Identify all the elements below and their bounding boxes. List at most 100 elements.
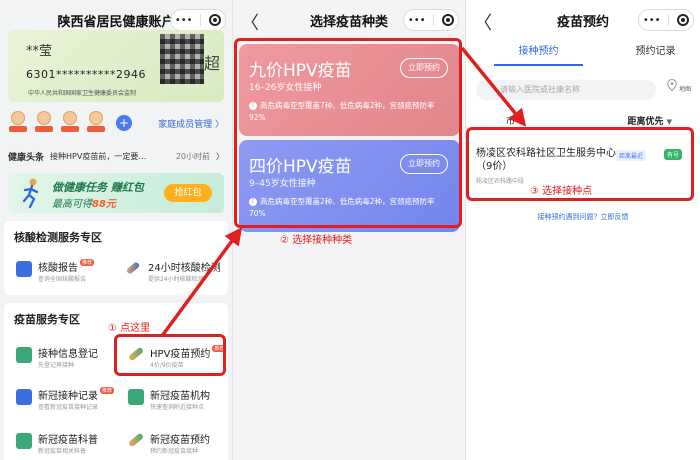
back-icon[interactable]: 〈 (241, 9, 259, 35)
task-banner[interactable]: 做健康任务 赚红包 最高可得88元 抢红包 (8, 173, 224, 213)
headline-time: 20小时前 (175, 151, 210, 161)
banner-title: 做健康任务 赚红包 (52, 181, 144, 194)
vaccine-desc: ! 高危病毒亚型覆盖2种、低危病毒2种，宫颈癌预防率70% (249, 196, 448, 220)
page-title: 疫苗预约 (556, 14, 609, 30)
vaccination-registration-item[interactable]: 接种信息登记 先登记再接种 (16, 345, 116, 375)
recommend-badge: 推荐 (100, 387, 115, 394)
qr-code-icon[interactable] (160, 34, 204, 84)
vaccine-title: 九价HPV疫苗 (249, 61, 352, 81)
book-now-button[interactable]: 立即预约 (400, 58, 448, 78)
vaccine-desc: ! 高危病毒亚型覆盖7种、低危病毒2种，宫颈癌预防率92% (249, 100, 448, 124)
site-name: 杨凌区农科路社区卫生服务中心（9价） (476, 148, 616, 172)
mini-program-capsule[interactable]: ••• (638, 9, 694, 31)
headline-text: 接种HPV疫苗前，一定要… (50, 151, 147, 161)
member-avatar[interactable] (86, 111, 106, 135)
report-icon (16, 261, 32, 277)
avatar-tag (61, 126, 79, 132)
record-icon (16, 389, 32, 405)
close-target-icon[interactable] (677, 14, 690, 26)
map-button[interactable]: 地图 (664, 78, 694, 101)
member-avatar[interactable] (60, 111, 80, 135)
feedback-link[interactable]: 接种预约遇到问题？立即反馈 (466, 212, 700, 222)
vaccine-desc-text: 高危病毒亚型覆盖2种、低危病毒2种，宫颈癌预防率70% (249, 197, 435, 218)
banner-amount: 88元 (92, 199, 116, 210)
item-label-text: 新冠接种记录 (38, 391, 98, 402)
section-title: 疫苗服务专区 (14, 313, 80, 326)
item-label: 新冠疫苗科普 (38, 435, 98, 446)
card-issuer: 中华人民共和国国家卫生健康委员会监制 (28, 90, 137, 97)
health-account-screen: 陕西省居民健康账户 ••• **莹 6301**********2946 中华人… (0, 0, 232, 460)
location-pin-icon (667, 78, 677, 92)
family-management-link[interactable]: 家庭成员管理 〉 (158, 117, 224, 130)
registration-icon (16, 347, 32, 363)
syringe-icon (127, 346, 145, 362)
search-input[interactable]: 请输入医院或社康名称 (476, 80, 656, 100)
card-edge-char: 超 (203, 54, 220, 73)
member-avatar[interactable] (34, 111, 54, 135)
map-label: 地图 (678, 86, 691, 93)
back-icon[interactable]: 〈 (474, 9, 492, 35)
avatar-icon (63, 111, 77, 125)
nucleic-report-item[interactable]: 核酸报告 推荐 查询全国核酸报告 (16, 259, 116, 289)
avatar-tag (9, 126, 27, 132)
banner-subtitle: 最高可得88元 (52, 195, 116, 210)
item-sub: 新冠疫苗相关科普 (38, 448, 87, 455)
item-label: HPV疫苗预约 推荐 (150, 345, 227, 360)
institution-icon (128, 389, 144, 405)
item-sub: 查看新冠疫苗接种记录 (38, 404, 99, 411)
close-target-icon[interactable] (442, 14, 455, 26)
book-now-button[interactable]: 立即预约 (400, 154, 448, 174)
avatar-icon (11, 111, 25, 125)
sort-filter-label: 距离优先 (627, 117, 664, 127)
more-icon[interactable]: ••• (408, 15, 426, 26)
caret-down-icon: ▼ (666, 118, 672, 126)
page-title: 选择疫苗种类 (309, 14, 388, 30)
runner-icon (22, 178, 39, 209)
annotation-step2: ② 选择接种种类 (280, 235, 353, 246)
item-sub: 提供24小时核酸检测 (148, 276, 204, 283)
test-tube-icon (125, 261, 141, 275)
vaccine-appointment-screen: 〈 疫苗预约 ••• 接种预约 预约记录 请输入医院或社康名称 地图 市 ▼ 距… (465, 0, 700, 460)
covid-record-item[interactable]: 新冠接种记录 推荐 查看新冠疫苗接种记录 (16, 387, 116, 417)
section-title: 核酸检测服务专区 (14, 231, 102, 244)
health-headline[interactable]: 健康头条 接种HPV疫苗前，一定要… 20小时前 〉 (8, 147, 224, 165)
covid-science-item[interactable]: 新冠疫苗科普 新冠疫苗相关科普 (16, 431, 116, 460)
covid-institution-item[interactable]: 新冠疫苗机构 快速查询附近接种点 (128, 387, 228, 417)
item-sub: 预约新冠疫苗接种 (150, 448, 199, 455)
sort-filter[interactable]: 距离优先 ▼ (627, 114, 672, 127)
capsule-divider (433, 14, 435, 26)
info-icon: ! (249, 198, 257, 206)
mini-program-capsule[interactable]: ••• (170, 9, 226, 31)
close-target-icon[interactable] (209, 14, 222, 26)
mini-program-capsule[interactable]: ••• (403, 9, 459, 31)
item-label-text: HPV疫苗预约 (150, 349, 211, 360)
nearest-badge: 距离最近 (616, 150, 647, 161)
tab-vaccination-booking[interactable]: 接种预约 (494, 40, 583, 66)
annotation-step3: ③ 选择接种点 (530, 186, 593, 197)
nucleic-section: 核酸检测服务专区 核酸报告 推荐 查询全国核酸报告 24小时核酸检测 提供24小时… (4, 221, 228, 295)
more-icon[interactable]: ••• (643, 15, 661, 26)
avatar-tag (35, 126, 53, 132)
info-icon: ! (249, 102, 257, 110)
grab-red-packet-button[interactable]: 抢红包 (164, 184, 212, 202)
caret-down-icon: ▼ (517, 118, 524, 126)
add-member-icon[interactable]: + (116, 115, 132, 131)
four-valent-card[interactable]: 四价HPV疫苗 9–45岁女性接种 ! 高危病毒亚型覆盖2种、低危病毒2种，宫颈癌… (239, 140, 460, 232)
member-avatar[interactable] (8, 111, 28, 135)
avatar-tag (87, 126, 105, 132)
more-icon[interactable]: ••• (175, 15, 193, 26)
health-card[interactable]: **莹 6301**********2946 中华人民共和国国家卫生健康委员会监… (8, 30, 224, 102)
tab-booking-records[interactable]: 预约记录 (611, 40, 700, 66)
nav-bar: 〈 疫苗预约 ••• (466, 0, 700, 40)
nucleic-24h-item[interactable]: 24小时核酸检测 提供24小时核酸检测 (125, 259, 226, 289)
hpv-appointment-item[interactable]: HPV疫苗预约 推荐 4价/9价疫苗 (127, 345, 228, 375)
nine-valent-card[interactable]: 九价HPV疫苗 16–26岁女性接种 ! 高危病毒亚型覆盖7种、低危病毒2种，宫颈… (239, 44, 460, 136)
city-filter[interactable]: 市 ▼ (506, 114, 523, 127)
annotation-step1: ① 点这里 (108, 323, 151, 334)
covid-appointment-item[interactable]: 新冠疫苗预约 预约新冠疫苗接种 (127, 431, 228, 460)
city-filter-label: 市 (506, 117, 516, 127)
vaccine-desc-text: 高危病毒亚型覆盖7种、低危病毒2种，宫颈癌预防率92% (249, 101, 435, 122)
recommend-badge: 推荐 (212, 345, 227, 352)
select-vaccine-screen: 〈 选择疫苗种类 ••• 九价HPV疫苗 16–26岁女性接种 ! 高危病毒亚型覆… (232, 0, 465, 460)
item-label: 新冠疫苗预约 (150, 435, 210, 446)
